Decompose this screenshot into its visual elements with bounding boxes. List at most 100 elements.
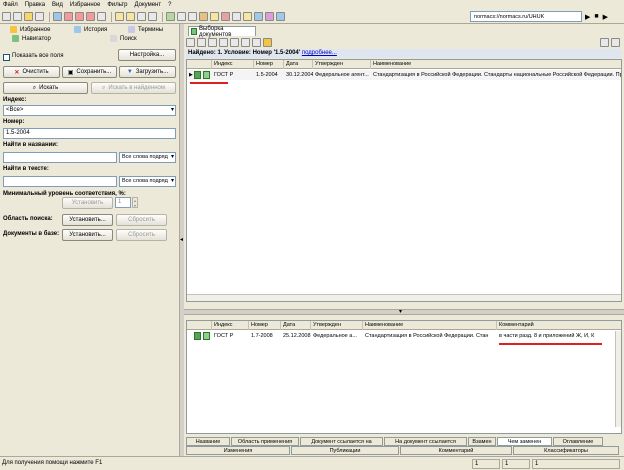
tag-icon[interactable] bbox=[243, 12, 252, 21]
zoom-icon[interactable] bbox=[230, 38, 239, 47]
tab-terms[interactable]: Термины bbox=[128, 26, 163, 33]
tab-referenced-by[interactable]: На документ ссылается bbox=[384, 437, 467, 446]
find-in-title-mode[interactable]: Все слова подряд bbox=[119, 152, 176, 163]
set-relevance-button[interactable]: Установить bbox=[62, 197, 113, 209]
notes-icon[interactable] bbox=[115, 12, 124, 21]
warning-icon[interactable] bbox=[263, 38, 272, 47]
cube-icon[interactable] bbox=[232, 12, 241, 21]
index-select[interactable]: <Все> bbox=[3, 105, 176, 116]
number-input[interactable]: 1.5-2004 bbox=[3, 128, 176, 139]
tab-favorites[interactable]: Избранное bbox=[10, 26, 50, 33]
menu-document[interactable]: Документ bbox=[134, 2, 161, 8]
col-index[interactable]: Индекс bbox=[212, 321, 249, 330]
search-button[interactable]: ⌕ Искать bbox=[3, 82, 88, 94]
col-index[interactable]: Индекс bbox=[212, 60, 254, 69]
dropdown-icon[interactable] bbox=[241, 38, 250, 47]
go-icon[interactable]: ▶ bbox=[585, 13, 590, 21]
settings-icon[interactable] bbox=[148, 12, 157, 21]
tab-comment[interactable]: Комментарий bbox=[400, 446, 512, 455]
settings-button[interactable]: Настройка... bbox=[118, 49, 176, 61]
sort-asc-icon[interactable] bbox=[197, 38, 206, 47]
clear-button[interactable]: ✕ Очистить bbox=[3, 66, 60, 78]
col-comment[interactable]: Комментарий bbox=[497, 321, 621, 330]
tab-document-selection[interactable]: Выборка документов bbox=[188, 26, 256, 38]
star-icon[interactable] bbox=[24, 12, 33, 21]
tab-navigator[interactable]: Навигатор bbox=[12, 35, 51, 42]
forward-icon[interactable] bbox=[13, 12, 22, 21]
back-icon[interactable] bbox=[2, 12, 11, 21]
screen-icon[interactable] bbox=[254, 12, 263, 21]
box-icon[interactable] bbox=[199, 12, 208, 21]
export-icon[interactable] bbox=[252, 38, 261, 47]
tab-changes[interactable]: Изменения bbox=[186, 446, 290, 455]
search-area-set-button[interactable]: Установить... bbox=[62, 214, 113, 226]
col-approved[interactable]: Утвержден bbox=[313, 60, 371, 69]
table-row[interactable]: ГОСТ Р 1.7-2008 25.12.2008 Федеральное а… bbox=[187, 331, 621, 341]
menu-edit[interactable]: Правка bbox=[25, 2, 45, 8]
col-title[interactable]: Наименование bbox=[363, 321, 497, 330]
menu-file[interactable]: Файл bbox=[3, 2, 18, 8]
tab-title[interactable]: Название bbox=[186, 437, 230, 446]
print-icon[interactable] bbox=[97, 12, 106, 21]
copy-icon[interactable] bbox=[137, 12, 146, 21]
menu-favorites[interactable]: Избранное bbox=[70, 2, 100, 8]
save-button[interactable]: ▣ Сохранить... bbox=[62, 66, 117, 78]
menu-view[interactable]: Вид bbox=[52, 2, 63, 8]
folder-icon[interactable] bbox=[53, 12, 62, 21]
found-more-link[interactable]: подробнее... bbox=[302, 50, 337, 56]
tab-refers-to[interactable]: Документ ссылается на bbox=[300, 437, 383, 446]
menu-help[interactable]: ? bbox=[168, 2, 171, 8]
document-red3-icon[interactable] bbox=[86, 12, 95, 21]
stop-icon[interactable]: ■ bbox=[594, 13, 598, 20]
col-approved[interactable]: Утвержден bbox=[311, 321, 363, 330]
sort-icon[interactable] bbox=[186, 38, 195, 47]
relevance-spinner[interactable]: ▴ ▾ bbox=[132, 197, 138, 208]
related-vscrollbar[interactable] bbox=[615, 331, 621, 427]
note-icon[interactable] bbox=[210, 12, 219, 21]
tools-icon[interactable] bbox=[188, 12, 197, 21]
cell-title: Стандартизация в Российской Федерации. С… bbox=[365, 333, 489, 339]
document-red-icon[interactable] bbox=[64, 12, 73, 21]
col-date[interactable]: Дата bbox=[284, 60, 313, 69]
search-area-reset-button[interactable]: Сбросить bbox=[116, 214, 167, 226]
sort-desc-icon[interactable] bbox=[208, 38, 217, 47]
tab-history[interactable]: История bbox=[74, 26, 107, 33]
show-all-fields-checkbox[interactable] bbox=[3, 54, 10, 61]
bookmark-icon[interactable] bbox=[126, 12, 135, 21]
document-red2-icon[interactable] bbox=[75, 12, 84, 21]
report-icon[interactable] bbox=[265, 12, 274, 21]
red-mark-icon[interactable] bbox=[221, 12, 230, 21]
table-row[interactable]: ▶ ГОСТ Р 1.5-2004 30.12.2004 Федеральное… bbox=[187, 70, 621, 80]
tab-classifiers[interactable]: Классификаторы bbox=[513, 446, 619, 455]
col-number[interactable]: Номер bbox=[254, 60, 284, 69]
sort-alt-icon[interactable] bbox=[219, 38, 228, 47]
min-relevance-input[interactable]: 1 bbox=[115, 197, 131, 208]
load-button[interactable]: ▼ Загрузить... bbox=[119, 66, 176, 78]
window-icon[interactable] bbox=[611, 38, 620, 47]
col-date[interactable]: Дата bbox=[281, 321, 311, 330]
tab-scope[interactable]: Область применения bbox=[231, 437, 299, 446]
menu-filter[interactable]: Фильтр bbox=[107, 2, 127, 8]
next-icon[interactable]: ▶ bbox=[603, 13, 608, 21]
docs-set-button[interactable]: Установить... bbox=[62, 229, 113, 241]
filter-icon[interactable] bbox=[177, 12, 186, 21]
monitor-icon[interactable] bbox=[276, 12, 285, 21]
tab-search[interactable]: Поиск bbox=[110, 35, 137, 42]
address-field[interactable]: normacs://normacs.ru/UHUK bbox=[470, 11, 582, 22]
tab-replaces[interactable]: Взамен bbox=[468, 437, 496, 446]
search-in-found-button[interactable]: ⌕ Искать в найденном bbox=[91, 82, 176, 94]
find-in-title-input[interactable] bbox=[3, 152, 117, 163]
find-in-text-input[interactable] bbox=[3, 176, 117, 187]
tab-publications[interactable]: Публикации bbox=[291, 446, 399, 455]
restore-icon[interactable] bbox=[600, 38, 609, 47]
col-number[interactable]: Номер bbox=[249, 321, 281, 330]
splitter[interactable]: ▾ bbox=[184, 309, 624, 315]
tab-replaced-by[interactable]: Чем заменен bbox=[497, 437, 552, 446]
home-icon[interactable] bbox=[35, 12, 44, 21]
results-hscrollbar[interactable] bbox=[187, 294, 621, 301]
find-in-text-mode[interactable]: Все слова подряд bbox=[119, 176, 176, 187]
docs-reset-button[interactable]: Сбросить bbox=[116, 229, 167, 241]
refresh-icon[interactable] bbox=[166, 12, 175, 21]
col-title[interactable]: Наименование bbox=[371, 60, 621, 69]
tab-contents[interactable]: Оглавление bbox=[553, 437, 603, 446]
